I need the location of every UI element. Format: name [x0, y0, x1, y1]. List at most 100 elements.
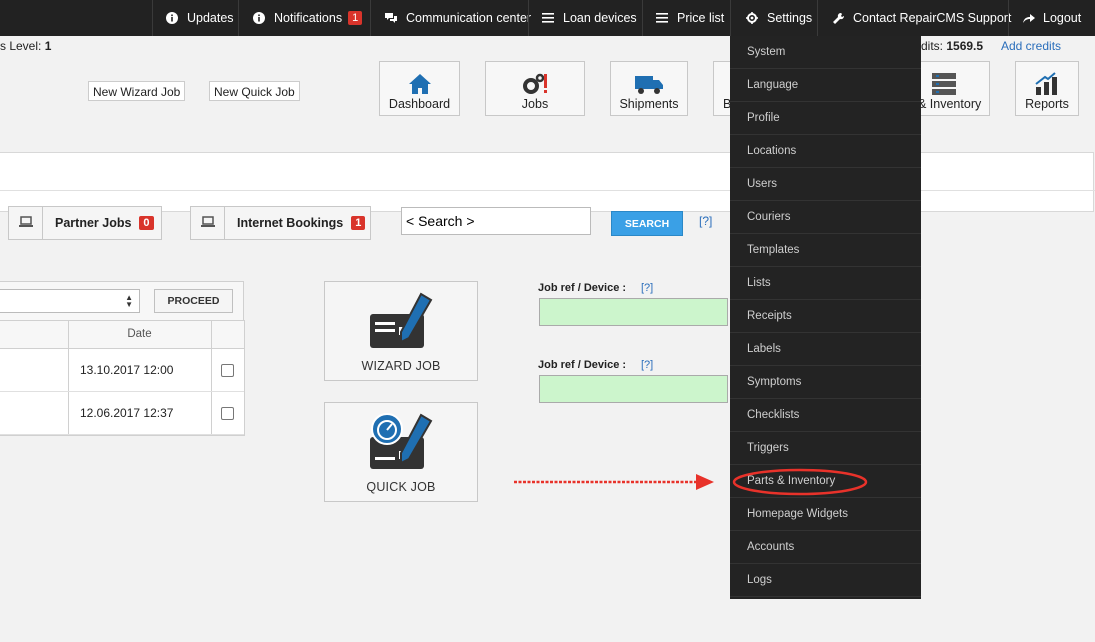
- column-divider: [68, 392, 69, 434]
- separator: [370, 0, 371, 36]
- laptop-icon: [19, 216, 33, 231]
- notifications-label: Notifications: [274, 11, 343, 25]
- settings-menu-item-checklists[interactable]: Checklists: [730, 399, 921, 432]
- info-icon: [252, 11, 266, 25]
- inventory-icon: [932, 72, 956, 99]
- shipments-button[interactable]: Shipments: [610, 61, 688, 116]
- partial-nav-button[interactable]: B: [713, 61, 731, 116]
- quick-job-button[interactable]: QUICK JOB: [324, 402, 478, 502]
- logout-link[interactable]: Logout: [1021, 0, 1081, 36]
- separator: [238, 0, 239, 36]
- separator: [528, 0, 529, 36]
- search-button[interactable]: SEARCH: [611, 211, 683, 236]
- wizard-job-label: WIZARD JOB: [361, 359, 441, 373]
- new-wizard-job-button[interactable]: New Wizard Job: [88, 81, 186, 101]
- internet-bookings-tab[interactable]: Internet Bookings 1: [190, 206, 371, 240]
- partner-jobs-tab[interactable]: Partner Jobs 0: [8, 206, 162, 240]
- job-ref-help-link[interactable]: [?]: [641, 359, 653, 371]
- communication-center-link[interactable]: Communication center: [384, 0, 531, 36]
- reports-button[interactable]: Reports: [1015, 61, 1079, 116]
- row-date: 13.10.2017 12:00: [80, 363, 174, 377]
- info-icon: [165, 11, 179, 25]
- settings-menu-item-couriers[interactable]: Couriers: [730, 201, 921, 234]
- settings-menu-item-logs[interactable]: Logs: [730, 564, 921, 597]
- form-pen-icon: [369, 292, 435, 357]
- parts-inventory-button[interactable]: & Inventory: [910, 61, 990, 116]
- top-navigation-bar: Updates Notifications 1 Communication ce…: [0, 0, 1095, 36]
- access-level-label: s Level:: [0, 39, 42, 53]
- notifications-badge: 1: [348, 11, 363, 25]
- bar-chart-icon: [1035, 72, 1059, 99]
- settings-menu-item-receipts[interactable]: Receipts: [730, 300, 921, 333]
- settings-menu-item-templates[interactable]: Templates: [730, 234, 921, 267]
- reports-label: Reports: [1025, 97, 1069, 111]
- action-select[interactable]: ▲ ▼: [0, 289, 140, 313]
- jobs-table: Date 13.10.2017 12:00 12.06.2017 12:37: [0, 320, 245, 436]
- settings-menu-item-lists[interactable]: Lists: [730, 267, 921, 300]
- tab-divider: [42, 206, 43, 240]
- notifications-link[interactable]: Notifications 1: [252, 0, 363, 36]
- settings-menu-item-profile[interactable]: Profile: [730, 102, 921, 135]
- new-quick-job-button[interactable]: New Quick Job: [209, 81, 300, 101]
- proceed-button[interactable]: PROCEED: [154, 289, 233, 313]
- settings-menu-item-triggers[interactable]: Triggers: [730, 432, 921, 465]
- credits: dits: 1569.5: [921, 39, 983, 53]
- list-icon: [655, 11, 669, 25]
- settings-menu-item-accounts[interactable]: Accounts: [730, 531, 921, 564]
- gear-icon: [745, 11, 759, 25]
- wizard-job-ref-input[interactable]: [539, 298, 728, 326]
- shipments-label: Shipments: [619, 97, 679, 111]
- job-ref-help-link[interactable]: [?]: [641, 282, 653, 294]
- updates-link[interactable]: Updates: [165, 0, 234, 36]
- access-level-value: 1: [44, 39, 52, 53]
- select-arrows-icon: ▲ ▼: [125, 293, 133, 309]
- separator: [642, 0, 643, 36]
- search-help-link[interactable]: [?]: [699, 214, 712, 228]
- column-divider: [211, 392, 212, 434]
- column-divider: [211, 349, 212, 391]
- column-divider: [68, 349, 69, 391]
- table-row[interactable]: 13.10.2017 12:00: [0, 349, 244, 392]
- settings-menu-item-labels[interactable]: Labels: [730, 333, 921, 366]
- settings-menu-item-system[interactable]: System: [730, 36, 921, 69]
- settings-menu-item-homepage-widgets[interactable]: Homepage Widgets: [730, 498, 921, 531]
- dashboard-label: Dashboard: [388, 97, 451, 111]
- settings-menu-item-locations[interactable]: Locations: [730, 135, 921, 168]
- search-input[interactable]: [401, 207, 591, 235]
- separator: [152, 0, 153, 36]
- wrench-icon: [831, 11, 845, 25]
- internet-bookings-badge: 1: [351, 216, 366, 230]
- wizard-job-button[interactable]: WIZARD JOB: [324, 281, 478, 381]
- annotation-arrow-icon: [514, 468, 868, 496]
- partner-jobs-label: Partner Jobs: [55, 216, 132, 230]
- loan-devices-link[interactable]: Loan devices: [541, 0, 637, 36]
- inventory-label: & Inventory: [918, 97, 982, 111]
- price-list-link[interactable]: Price list: [655, 0, 724, 36]
- dashboard-button[interactable]: Dashboard: [379, 61, 460, 116]
- row-checkbox[interactable]: [221, 364, 234, 377]
- filter-panel: [0, 152, 1094, 212]
- partner-jobs-badge: 0: [139, 216, 154, 230]
- chat-icon: [384, 11, 398, 25]
- settings-menu-item-users[interactable]: Users: [730, 168, 921, 201]
- separator: [1008, 0, 1009, 36]
- credits-value: 1569.5: [946, 39, 984, 53]
- settings-menu-toggle[interactable]: Settings: [745, 0, 812, 36]
- logout-label: Logout: [1043, 11, 1082, 25]
- contact-support-link[interactable]: Contact RepairCMS Support: [831, 0, 1011, 36]
- quick-job-ref-input[interactable]: [539, 375, 728, 403]
- logout-arrow-icon: [1021, 11, 1035, 25]
- settings-menu-item-symptoms[interactable]: Symptoms: [730, 366, 921, 399]
- tab-divider: [224, 206, 225, 240]
- jobs-button[interactable]: Jobs: [485, 61, 585, 116]
- speedometer-form-icon: [369, 411, 435, 478]
- price-list-label: Price list: [677, 11, 725, 25]
- settings-menu-item-language[interactable]: Language: [730, 69, 921, 102]
- row-checkbox[interactable]: [221, 407, 234, 420]
- table-row[interactable]: 12.06.2017 12:37: [0, 392, 244, 435]
- add-credits-link[interactable]: Add credits: [1001, 39, 1061, 53]
- settings-dropdown-menu: System Language Profile Locations Users Couri…: [730, 36, 921, 599]
- loan-devices-label: Loan devices: [563, 11, 637, 25]
- jobs-label: Jobs: [521, 97, 549, 111]
- laptop-icon: [201, 216, 215, 231]
